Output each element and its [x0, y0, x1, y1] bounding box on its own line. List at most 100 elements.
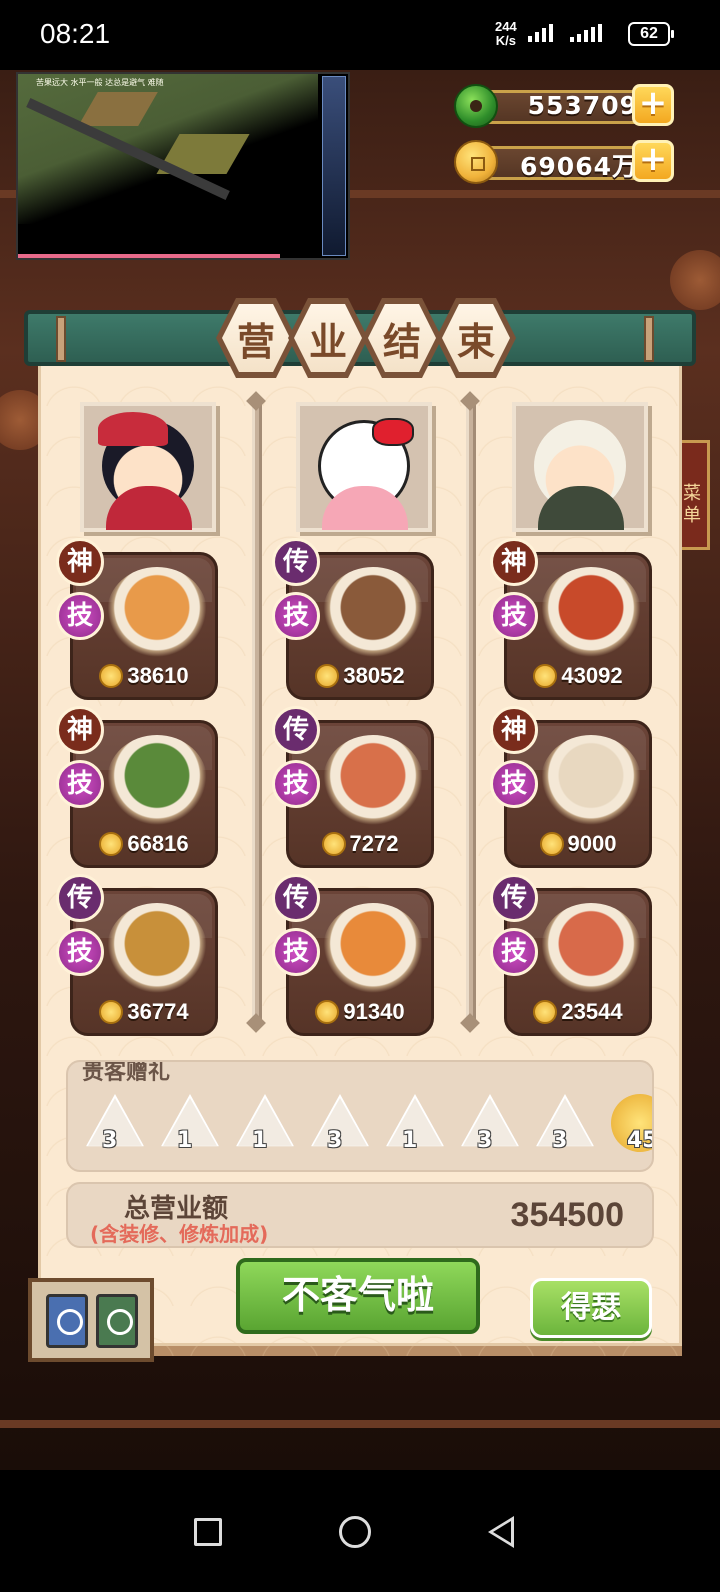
- skill-badge: 技: [490, 592, 538, 640]
- total-value: 354500: [510, 1196, 624, 1234]
- gift-count: 1: [177, 1128, 193, 1153]
- dish-price: 43092: [507, 663, 649, 689]
- jade-counter: 553709 +: [454, 84, 674, 128]
- add-coins-button[interactable]: +: [632, 140, 674, 182]
- battery-icon: 62: [628, 22, 674, 46]
- skill-badge: 技: [56, 592, 104, 640]
- guest-gifts-panel: 贵客赠礼 3 1 1 3 1 3 3 45: [66, 1060, 654, 1172]
- column-divider: [252, 402, 262, 1022]
- dish-image: [323, 735, 423, 825]
- gift-item[interactable]: 3: [86, 1094, 146, 1154]
- dish-price-value: 36774: [127, 999, 189, 1024]
- dish-image: [541, 567, 641, 657]
- dish-price: 7272: [289, 831, 431, 857]
- gift-item[interactable]: 1: [386, 1094, 446, 1154]
- coin-icon: [99, 1000, 124, 1024]
- chef-portrait-2[interactable]: [296, 402, 432, 532]
- gift-count: 1: [252, 1128, 268, 1153]
- rank-badge: 传: [272, 538, 320, 586]
- tool-button-2[interactable]: [96, 1294, 138, 1348]
- coin-icon: [533, 1000, 558, 1024]
- dish-price: 38610: [73, 663, 215, 689]
- coin-icon: [454, 140, 498, 184]
- total-sub-label: (含装修、修炼加成): [90, 1222, 269, 1246]
- gift-count: 3: [552, 1128, 568, 1153]
- mini-video-preview[interactable]: 苦果远大 水平一般 达总是避气 难随: [16, 72, 350, 260]
- mini-caption: 苦果远大 水平一般 达总是避气 难随: [36, 78, 164, 87]
- coin-icon: [99, 664, 124, 688]
- chef-portrait-3[interactable]: [512, 402, 648, 532]
- gift-count: 3: [102, 1128, 118, 1153]
- gift-title: 贵客赠礼: [82, 1060, 171, 1085]
- coin-icon: [539, 832, 564, 856]
- skill-badge: 技: [56, 760, 104, 808]
- dish-price-value: 91340: [343, 999, 405, 1024]
- rank-badge: 神: [490, 706, 538, 754]
- dish-price: 9000: [507, 831, 649, 857]
- rank-badge: 神: [56, 538, 104, 586]
- net-speed-unit: K/s: [495, 33, 516, 48]
- rank-badge: 传: [490, 874, 538, 922]
- gift-item[interactable]: 1: [236, 1094, 296, 1154]
- dish-price-value: 23544: [561, 999, 623, 1024]
- status-bar: 08:21 244 K/s 62: [0, 0, 720, 70]
- signal-icon: [528, 24, 553, 42]
- dish-price-value: 38052: [343, 663, 405, 688]
- dish-price-value: 7272: [349, 831, 399, 856]
- skill-badge: 技: [56, 928, 104, 976]
- navigation-bar: [0, 1480, 720, 1592]
- signal-2-icon: [570, 24, 602, 42]
- gift-coin-item[interactable]: 45: [611, 1094, 652, 1154]
- jade-amount: 553709: [527, 91, 638, 120]
- home-icon[interactable]: [339, 1516, 371, 1548]
- dish-price: 38052: [289, 663, 431, 689]
- coin-icon: [99, 832, 124, 856]
- dish-image: [323, 567, 423, 657]
- dish-image: [541, 903, 641, 993]
- coin-counter: 69064万 +: [454, 140, 674, 184]
- dish-price: 36774: [73, 999, 215, 1025]
- total-revenue-panel: 总营业额 (含装修、修炼加成) 354500: [66, 1182, 654, 1248]
- dish-price: 23544: [507, 999, 649, 1025]
- mini-minimap: [322, 76, 346, 256]
- tool-button-1[interactable]: [46, 1294, 88, 1348]
- toolbox: [28, 1278, 154, 1362]
- rank-badge: 传: [272, 706, 320, 754]
- coin-icon: [315, 664, 340, 688]
- gift-item[interactable]: 3: [461, 1094, 521, 1154]
- skill-badge: 技: [272, 592, 320, 640]
- back-icon[interactable]: [488, 1516, 514, 1548]
- gift-count: 3: [327, 1128, 343, 1153]
- recent-apps-icon[interactable]: [194, 1518, 222, 1546]
- dish-image: [107, 735, 207, 825]
- dish-price-value: 43092: [561, 663, 623, 688]
- gift-item[interactable]: 3: [311, 1094, 371, 1154]
- banner-rod-right: [644, 316, 654, 362]
- coin-amount: 69064万: [520, 152, 638, 181]
- mini-progress-bar: [18, 254, 280, 258]
- add-jade-button[interactable]: +: [632, 84, 674, 126]
- rank-badge: 传: [56, 874, 104, 922]
- chef-portrait-1[interactable]: [80, 402, 216, 532]
- column-divider: [466, 402, 476, 1022]
- dish-price: 91340: [289, 999, 431, 1025]
- dish-price-value: 38610: [127, 663, 189, 688]
- skill-badge: 技: [272, 760, 320, 808]
- jade-icon: [454, 84, 498, 128]
- dish-image: [323, 903, 423, 993]
- dish-image: [107, 567, 207, 657]
- clock: 08:21: [40, 18, 111, 49]
- rank-badge: 神: [490, 538, 538, 586]
- show-off-button[interactable]: 得瑟: [530, 1278, 652, 1338]
- skill-badge: 技: [272, 928, 320, 976]
- gift-item[interactable]: 3: [536, 1094, 596, 1154]
- skill-badge: 技: [490, 760, 538, 808]
- confirm-button[interactable]: 不客气啦: [236, 1258, 480, 1334]
- dish-image: [107, 903, 207, 993]
- gift-count: 45: [627, 1128, 652, 1153]
- dish-price-value: 9000: [567, 831, 617, 856]
- network-speed: 244 K/s: [495, 20, 517, 48]
- gift-item[interactable]: 1: [161, 1094, 221, 1154]
- skill-badge: 技: [490, 928, 538, 976]
- dish-price: 66816: [73, 831, 215, 857]
